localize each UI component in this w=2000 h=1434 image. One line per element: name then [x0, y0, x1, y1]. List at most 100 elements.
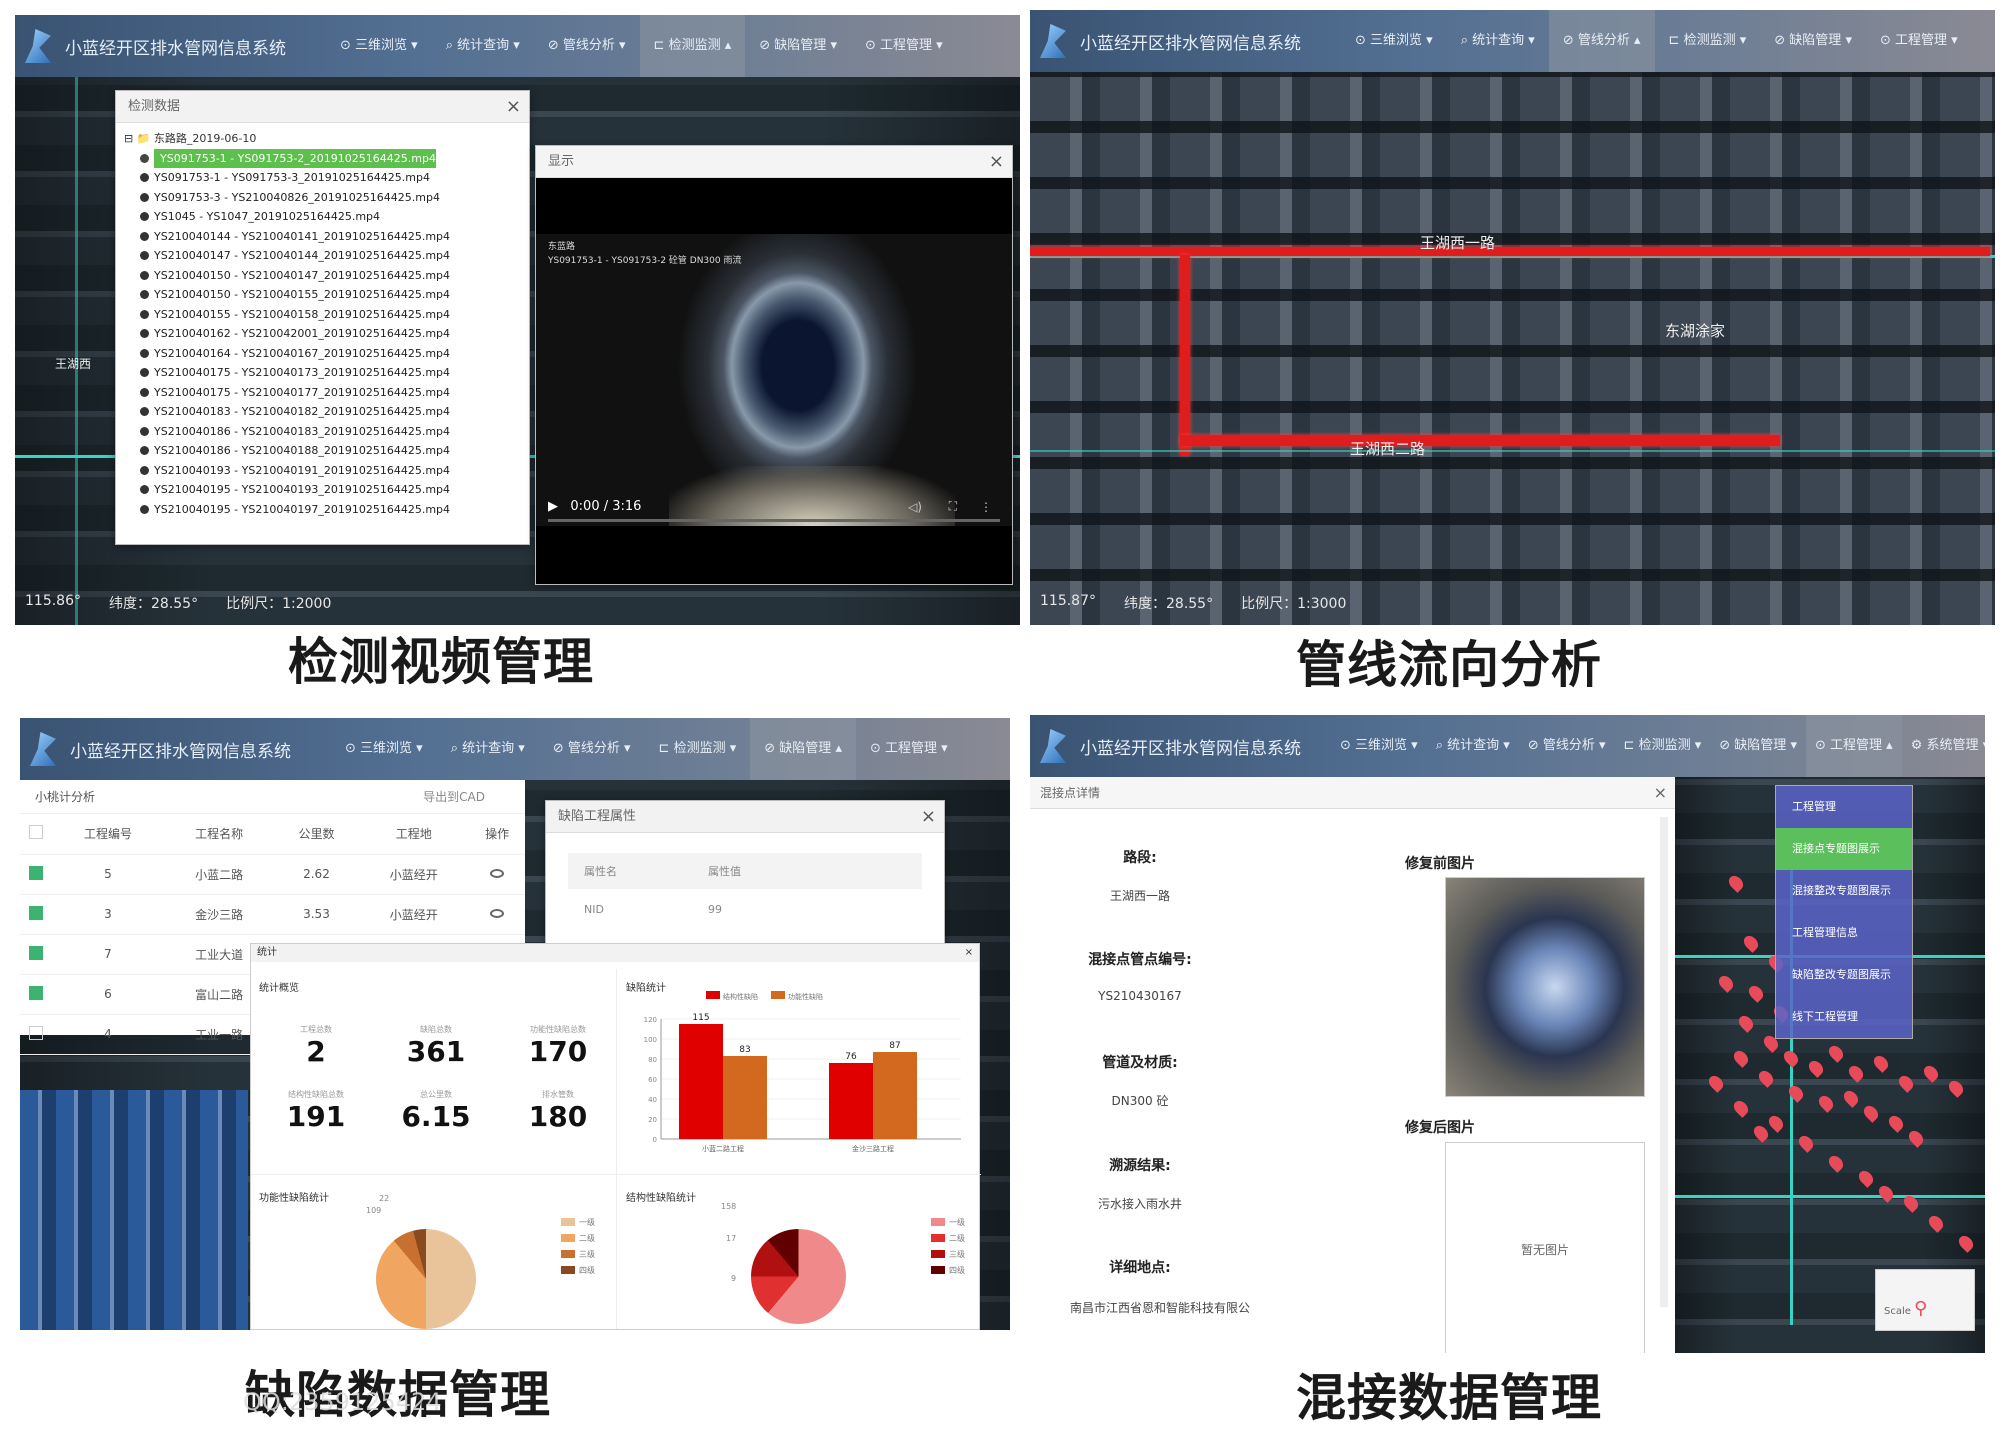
bar	[829, 1063, 873, 1139]
caption-mixed: 混接数据管理	[1296, 1369, 1602, 1427]
menu-pipe-analysis[interactable]: ⊘ 管线分析 ▾	[534, 15, 640, 77]
file-item[interactable]: YS210040155 - YS210040158_20191025164425…	[124, 305, 521, 325]
more-icon[interactable]: ⋮	[980, 500, 992, 514]
menu-inspection[interactable]: ⊏ 检测监测 ▴	[639, 15, 746, 77]
file-item[interactable]: YS210040144 - YS210040141_20191025164425…	[124, 227, 521, 247]
app-title: 小蓝经开区排水管网信息系统	[1080, 33, 1301, 54]
x-tick-label: 小蓝二路工程	[702, 1144, 744, 1153]
menu-defect[interactable]: ⊘ 缺陷管理 ▴	[750, 718, 856, 780]
map-label: 王湖西	[55, 357, 92, 371]
scrollbar[interactable]	[1660, 817, 1668, 1307]
row-checkbox[interactable]	[29, 945, 44, 960]
menu-pipe-analysis[interactable]: ⊘ 管线分析 ▾	[1519, 715, 1615, 777]
menu-inspection[interactable]: ⊏ 检测监测 ▾	[645, 718, 751, 780]
file-item[interactable]: YS210040162 - YS210042001_20191025164425…	[124, 324, 521, 344]
menu-defect[interactable]: ⊘ 缺陷管理 ▾	[1710, 715, 1806, 777]
file-item[interactable]: YS091753-3 - YS210040826_20191025164425.…	[124, 188, 521, 208]
export-cad-button[interactable]: 导出到CAD	[423, 780, 485, 814]
file-item[interactable]: YS210040164 - YS210040167_20191025164425…	[124, 344, 521, 364]
dropdown-item[interactable]: 混接点专题图展示	[1776, 828, 1912, 870]
close-icon[interactable]: ×	[965, 944, 973, 962]
video-window: 显示 × 东蓝路 YS091753-1 - YS091753-2 砼管 DN300 …	[535, 145, 1013, 585]
menu-3d-view[interactable]: ⊙ 三维浏览 ▾	[1331, 715, 1427, 777]
file-item[interactable]: YS210040186 - YS210040188_20191025164425…	[124, 441, 521, 461]
video-controls[interactable]: ▶ 0:00 / 3:16	[548, 499, 641, 514]
video-progress[interactable]	[548, 519, 1000, 522]
file-item[interactable]: YS210040150 - YS210040147_20191025164425…	[124, 266, 521, 286]
cell: 3	[52, 894, 164, 935]
menu-statistics[interactable]: ⌕ 统计查询 ▾	[432, 15, 534, 77]
field-label: 路段:	[1123, 850, 1157, 866]
row-checkbox[interactable]	[29, 985, 44, 1000]
place-label: 东湖涂家	[1665, 322, 1726, 340]
volume-icon[interactable]: ◁)	[908, 500, 922, 514]
dropdown-item[interactable]: 缺陷整改专题图展示	[1776, 954, 1912, 996]
select-all-checkbox[interactable]	[29, 825, 44, 840]
after-photo[interactable]: 暂无图片	[1445, 1142, 1645, 1353]
dropdown-item[interactable]: 工程管理信息	[1776, 912, 1912, 954]
row-checkbox[interactable]	[29, 1025, 44, 1040]
file-item[interactable]: YS210040175 - YS210040173_20191025164425…	[124, 363, 521, 383]
road-label: 王湖西一路	[1420, 234, 1496, 252]
column-header: 工程编号	[52, 814, 164, 855]
file-item[interactable]: YS210040183 - YS210040182_20191025164425…	[124, 402, 521, 422]
menu-project[interactable]: ⊙ 工程管理 ▴	[1805, 715, 1902, 777]
tree-root[interactable]: ⊟ 📁 东路路_2019-06-10	[124, 129, 521, 149]
menu-project[interactable]: ⊙ 工程管理 ▾	[1866, 10, 1972, 72]
close-icon[interactable]: ×	[1654, 777, 1667, 809]
menu-pipe-analysis[interactable]: ⊘ 管线分析 ▾	[539, 718, 645, 780]
close-icon[interactable]: ×	[921, 801, 936, 833]
cell: 小蓝二路	[163, 854, 275, 895]
file-item[interactable]: YS210040193 - YS210040191_20191025164425…	[124, 461, 521, 481]
file-item[interactable]: YS210040175 - YS210040177_20191025164425…	[124, 383, 521, 403]
file-item[interactable]: YS210040147 - YS210040144_20191025164425…	[124, 246, 521, 266]
file-item[interactable]: YS091753-1 - YS091753-3_20191025164425.m…	[124, 168, 521, 188]
caption-video: 检测视频管理	[288, 633, 594, 691]
dropdown-item[interactable]: 混接整改专题图展示	[1776, 870, 1912, 912]
menu-system[interactable]: ⚙ 系统管理 ▾	[1902, 715, 1985, 777]
panel-flow-analysis: 小蓝经开区排水管网信息系统 ⊙ 三维浏览 ▾ ⌕ 统计查询 ▾ ⊘ 管线分析 ▴…	[1030, 10, 1995, 625]
view-icon[interactable]	[490, 869, 505, 878]
file-item[interactable]: YS1045 - YS1047_20191025164425.mp4	[124, 207, 521, 227]
row-checkbox[interactable]	[29, 905, 44, 920]
panel-video-management: 小蓝经开区排水管网信息系统 ⊙ 三维浏览 ▾ ⌕ 统计查询 ▾ ⊘ 管线分析 ▾…	[15, 15, 1020, 625]
scale-widget[interactable]: Scale ⚲	[1875, 1269, 1975, 1331]
fullscreen-icon[interactable]: ⛶	[949, 499, 957, 514]
pipeline	[1675, 1195, 1985, 1198]
section-title: 结构性缺陷统计	[626, 1193, 696, 1204]
menu-project[interactable]: ⊙ 工程管理 ▾	[856, 718, 962, 780]
y-tick-label: 40	[648, 1096, 657, 1104]
close-icon[interactable]: ×	[989, 146, 1004, 178]
row-checkbox[interactable]	[29, 865, 44, 880]
flow-line-top	[1030, 247, 1990, 256]
file-item[interactable]: YS091753-1 - YS091753-2_20191025164425.m…	[140, 148, 436, 168]
dropdown-item[interactable]: 工程管理	[1776, 786, 1912, 828]
video-player[interactable]: 东蓝路 YS091753-1 - YS091753-2 砼管 DN300 雨流 ▶…	[536, 186, 1012, 584]
menu-defect[interactable]: ⊘ 缺陷管理 ▾	[745, 15, 851, 77]
table-row[interactable]: 3 金沙三路 3.53 小蓝经开	[20, 894, 525, 935]
close-icon[interactable]: ×	[506, 91, 521, 123]
menu-3d-view[interactable]: ⊙ 三维浏览 ▾	[326, 15, 432, 77]
table-row[interactable]: 5 小蓝二路 2.62 小蓝经开	[20, 854, 525, 895]
menu-inspection[interactable]: ⊏ 检测监测 ▾	[1615, 715, 1711, 777]
menu-defect[interactable]: ⊘ 缺陷管理 ▾	[1760, 10, 1866, 72]
file-item[interactable]: YS210040186 - YS210040183_20191025164425…	[124, 422, 521, 442]
file-item[interactable]: YS210040195 - YS210040197_20191025164425…	[124, 500, 521, 520]
file-item[interactable]: YS210040150 - YS210040155_20191025164425…	[124, 285, 521, 305]
file-item[interactable]: YS210040195 - YS210040193_20191025164425…	[124, 480, 521, 500]
field-value: DN300 砼	[1111, 1094, 1169, 1108]
y-tick-label: 0	[653, 1136, 657, 1144]
menu-project[interactable]: ⊙ 工程管理 ▾	[851, 15, 957, 77]
menu-pipe-analysis[interactable]: ⊘ 管线分析 ▴	[1548, 10, 1655, 72]
satellite-map[interactable]	[1030, 72, 1995, 625]
before-photo[interactable]	[1445, 877, 1645, 1097]
menu-3d-view[interactable]: ⊙ 三维浏览 ▾	[1341, 10, 1447, 72]
menu-inspection[interactable]: ⊏ 检测监测 ▾	[1655, 10, 1761, 72]
menu-statistics[interactable]: ⌕ 统计查询 ▾	[1427, 715, 1519, 777]
menu-statistics[interactable]: ⌕ 统计查询 ▾	[437, 718, 539, 780]
menu-3d-view[interactable]: ⊙ 三维浏览 ▾	[331, 718, 437, 780]
menu-statistics[interactable]: ⌕ 统计查询 ▾	[1447, 10, 1549, 72]
dropdown-item[interactable]: 线下工程管理	[1776, 996, 1912, 1038]
view-icon[interactable]	[490, 909, 505, 918]
defect-bar-chart: 结构性缺陷 功能性缺陷 120 100 80 60 40 20 0 115 83 小蓝二路工程 76 87…	[644, 991, 961, 1153]
